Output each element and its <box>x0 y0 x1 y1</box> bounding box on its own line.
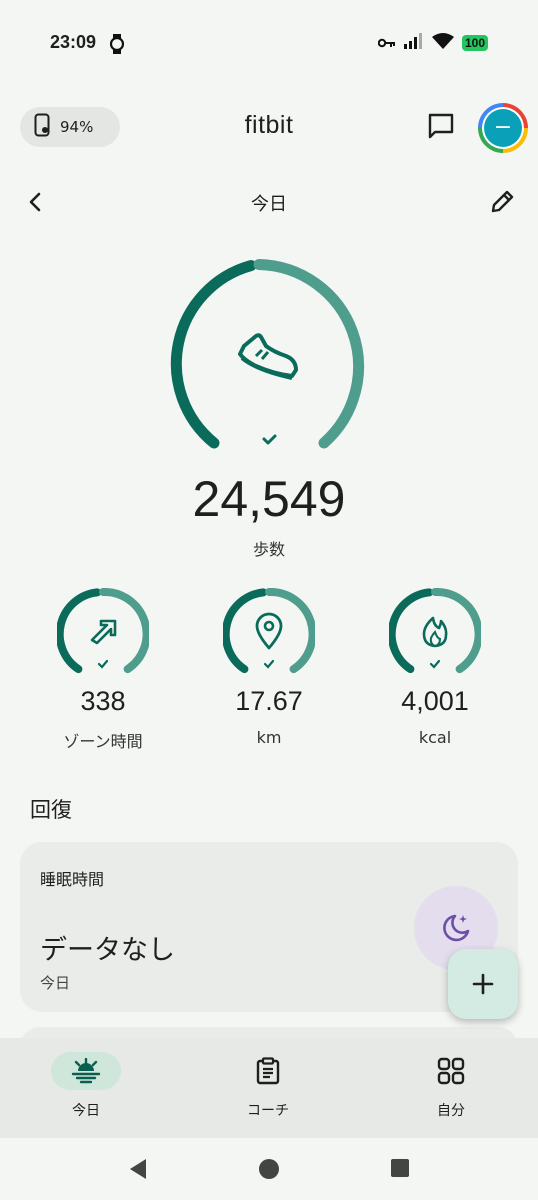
steps-value: 24,549 <box>192 471 346 527</box>
status-time: 23:09 <box>50 32 97 52</box>
app-title: fitbit <box>244 111 294 139</box>
nav-item-coach[interactable]: コーチ <box>215 1038 355 1138</box>
stat-calories[interactable]: 4,001 kcal <box>365 588 505 758</box>
steps-ring[interactable] <box>160 256 378 474</box>
nav-label: 自分 <box>437 1103 465 1119</box>
system-navigation <box>0 1138 538 1200</box>
avatar[interactable]: − <box>478 103 528 153</box>
shoe-icon <box>238 333 298 380</box>
check-icon <box>262 434 277 445</box>
avatar-initial: − <box>484 109 522 147</box>
nav-label: 今日 <box>72 1103 100 1119</box>
signal-icon <box>403 33 424 53</box>
sunrise-icon <box>71 1058 101 1084</box>
flame-icon <box>422 616 448 648</box>
status-bar: 23:09 100 <box>0 0 538 86</box>
stat-label: ゾーン時間 <box>63 732 143 751</box>
stat-value: 4,001 <box>401 686 469 716</box>
nav-item-today[interactable]: 今日 <box>33 1038 173 1138</box>
nav-pill <box>416 1052 486 1090</box>
add-button[interactable] <box>448 949 518 1019</box>
bottom-navigation: 今日 コーチ 自分 <box>0 1038 538 1138</box>
steps-label: 歩数 <box>252 540 285 559</box>
nav-pill-active <box>51 1052 121 1090</box>
app-header: 94% fitbit − <box>0 103 538 153</box>
location-pin-icon <box>255 612 283 650</box>
sleep-card-value: データなし <box>40 935 175 966</box>
clipboard-icon <box>256 1057 280 1085</box>
stat-label: km <box>256 728 282 747</box>
home-circle-icon[interactable] <box>258 1158 280 1184</box>
key-icon <box>377 34 396 53</box>
watch-icon <box>109 34 125 58</box>
sleep-card-title: 睡眠時間 <box>40 870 105 889</box>
nav-pill <box>233 1052 303 1090</box>
battery-icon: 100 <box>461 35 488 51</box>
message-icon[interactable] <box>426 111 456 145</box>
date-navigation: 今日 <box>0 182 538 222</box>
stat-distance[interactable]: 17.67 km <box>199 588 339 758</box>
plus-icon <box>472 973 494 995</box>
sleep-card-subtitle: 今日 <box>40 974 71 992</box>
stat-value: 17.67 <box>235 686 303 716</box>
wifi-icon <box>431 33 454 53</box>
recents-square-icon[interactable] <box>390 1158 410 1182</box>
grid-icon <box>437 1057 465 1085</box>
nav-item-me[interactable]: 自分 <box>398 1038 538 1138</box>
nav-label: コーチ <box>247 1103 289 1119</box>
stat-label: kcal <box>418 728 452 747</box>
sleep-card[interactable]: 睡眠時間 データなし 今日 <box>20 842 518 1012</box>
stat-value: 338 <box>80 686 126 716</box>
back-triangle-icon[interactable] <box>128 1158 148 1184</box>
date-title: 今日 <box>251 194 287 215</box>
stat-zone-minutes[interactable]: 338 ゾーン時間 <box>33 588 173 758</box>
zone-arrow-icon <box>90 619 117 645</box>
section-title-recovery: 回復 <box>30 798 72 822</box>
pencil-icon[interactable] <box>488 188 516 220</box>
